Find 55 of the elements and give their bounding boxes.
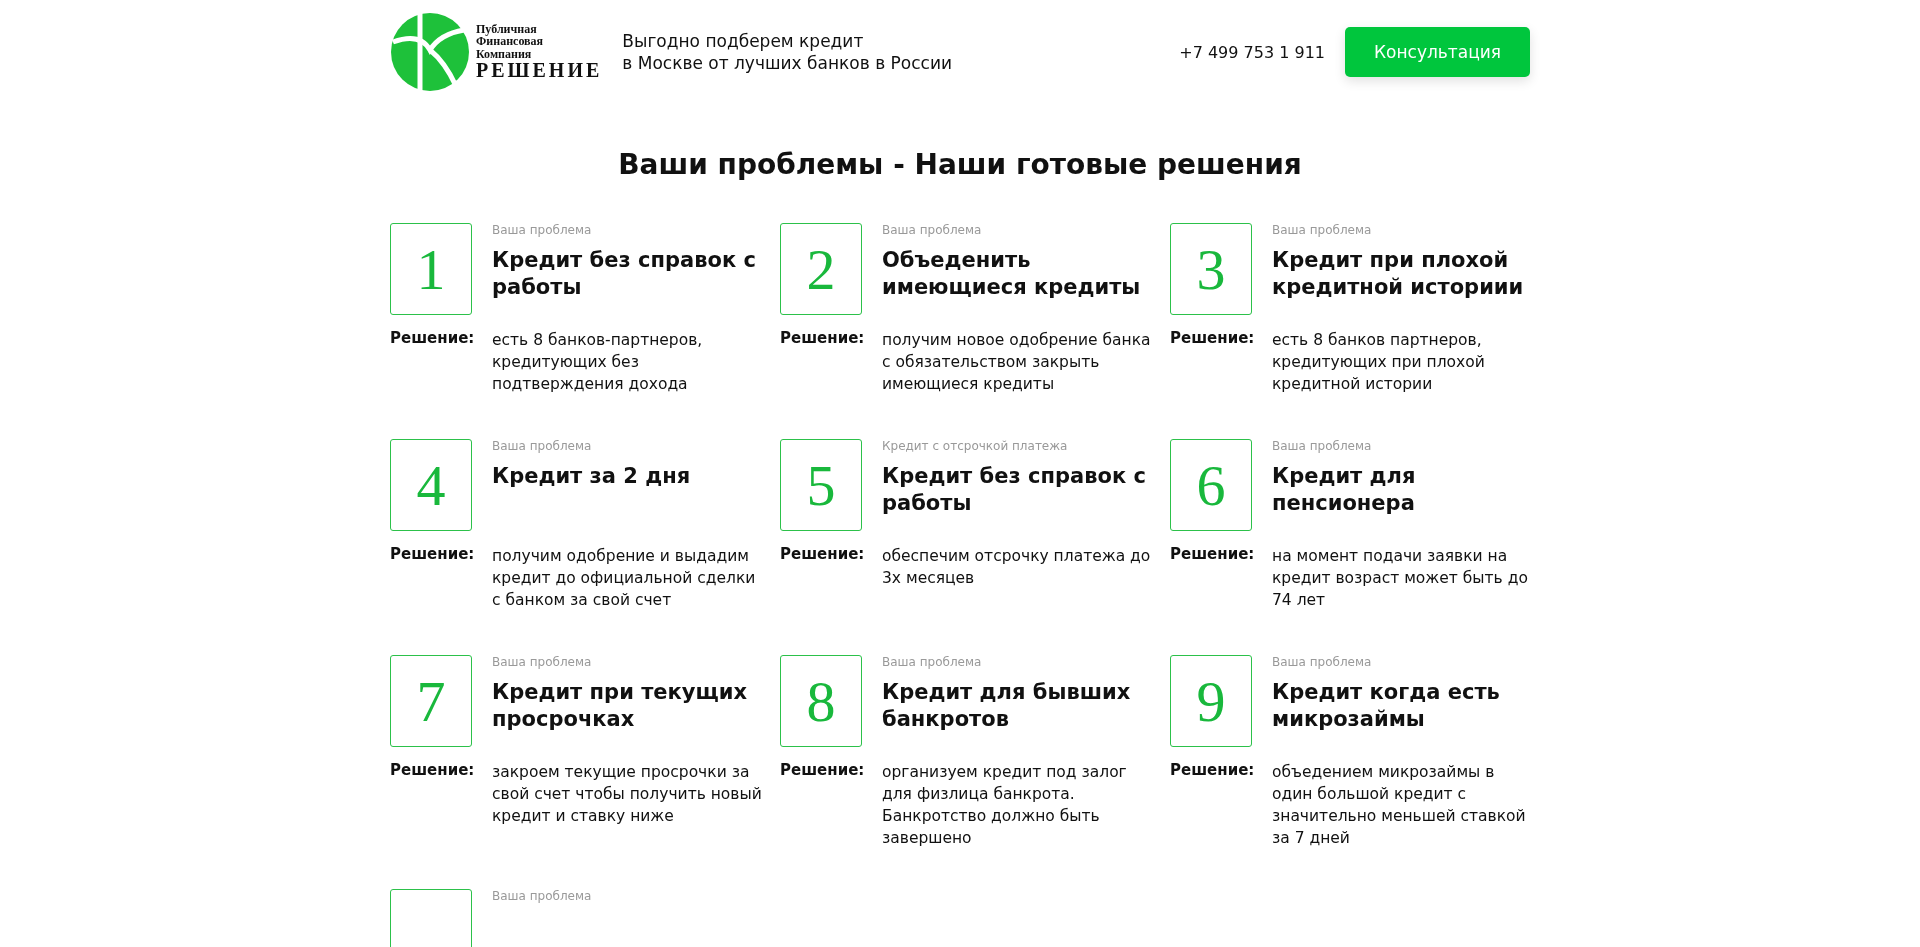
problem-title: Кредит для пенсионера bbox=[1272, 463, 1417, 517]
problem-label: Ваша проблема bbox=[882, 223, 983, 237]
solution-text: объедением микрозаймы в один большой кредит с значительно меньшей ставкой за 7 дней bbox=[1272, 762, 1527, 849]
solution-label: Решение: bbox=[390, 329, 476, 349]
solution-label: Решение: bbox=[780, 761, 866, 781]
phone-link[interactable]: +7 499 753 1 911 bbox=[1179, 42, 1325, 62]
number: 7 bbox=[416, 667, 446, 735]
problem-title: Кредит для бывших банкротов bbox=[882, 679, 1132, 733]
solution-label: Решение: bbox=[780, 329, 866, 349]
solution-text: закроем текущие просрочки за свой счет чтобы получить новый кредит и ставку ниже bbox=[492, 762, 762, 827]
number: 5 bbox=[806, 451, 836, 519]
problem-label: Ваша проблема bbox=[882, 655, 983, 669]
problem-title: Кредит при текущих просрочках bbox=[492, 679, 748, 733]
problem-title: Кредит без справок с работы bbox=[492, 247, 757, 301]
problem-title: Кредит когда есть микрозаймы bbox=[1272, 679, 1501, 733]
solution-label: Решение: bbox=[390, 761, 476, 781]
logo-name: РЕШЕНИЕ bbox=[476, 60, 603, 82]
tagline: Выгодно подберем кредит bbox=[622, 30, 865, 52]
logo-text: Публичная bbox=[476, 22, 538, 36]
problem-label: Ваша проблема bbox=[492, 223, 593, 237]
problem-label: Ваша проблема bbox=[492, 889, 593, 903]
logo-text: Компания bbox=[476, 47, 533, 61]
solution-label: Решение: bbox=[390, 545, 476, 565]
problem-label: Ваша проблема bbox=[492, 439, 593, 453]
solution-text: есть 8 банков партнеров, кредитующих при плохой кредитной истории bbox=[1272, 330, 1486, 395]
problem-label: Кредит с отсрочкой платежа bbox=[882, 439, 1069, 453]
problem-title: Кредит без справок с работы bbox=[882, 463, 1147, 517]
solution-label: Решение: bbox=[1170, 761, 1256, 781]
solution-label: Решение: bbox=[1170, 329, 1256, 349]
problem-label: Ваша проблема bbox=[1272, 439, 1373, 453]
solution-text: обеспечим отсрочку платежа до 3х месяцев bbox=[882, 546, 1152, 589]
number: 1 bbox=[416, 235, 446, 303]
logo-icon bbox=[390, 12, 470, 92]
problem-title: Кредит при плохой кредитной историии bbox=[1272, 247, 1525, 301]
solution-text: есть 8 банков-партнеров, кредитующих без подтверждения дохода bbox=[492, 330, 704, 395]
number: 8 bbox=[806, 667, 836, 735]
number: 4 bbox=[416, 451, 446, 519]
number: 6 bbox=[1196, 451, 1226, 519]
problem-label: Ваша проблема bbox=[1272, 655, 1373, 669]
solution-text: получим новое одобрение банка с обязательством закрыть имеющиеся кредиты bbox=[882, 330, 1152, 395]
tagline: в Москве от лучших банков в России bbox=[622, 52, 953, 74]
problem-label: Ваша проблема bbox=[492, 655, 593, 669]
solution-text: организуем кредит под залог для физлица банкрота. Банкротство должно быть завершено bbox=[882, 762, 1128, 849]
solution-text: на момент подачи заявки на кредит возраст может быть до 74 лет bbox=[1272, 546, 1529, 611]
logo-text: Финансовая bbox=[476, 35, 545, 48]
number: 9 bbox=[1196, 667, 1226, 735]
section-heading: Ваши проблемы - Наши готовые решения bbox=[617, 148, 1303, 181]
problem-title: Кредит за 2 дня bbox=[492, 463, 692, 490]
number: 2 bbox=[806, 235, 836, 303]
number: 3 bbox=[1196, 235, 1226, 303]
problem-label: Ваша проблема bbox=[1272, 223, 1373, 237]
problem-title: Объеденить имеющиеся кредиты bbox=[882, 247, 1142, 301]
solution-label: Решение: bbox=[780, 545, 866, 565]
solution-label: Решение: bbox=[1170, 545, 1256, 565]
solution-text: получим одобрение и выдадим кредит до официальной сделки с банком за свой счет bbox=[492, 546, 757, 611]
